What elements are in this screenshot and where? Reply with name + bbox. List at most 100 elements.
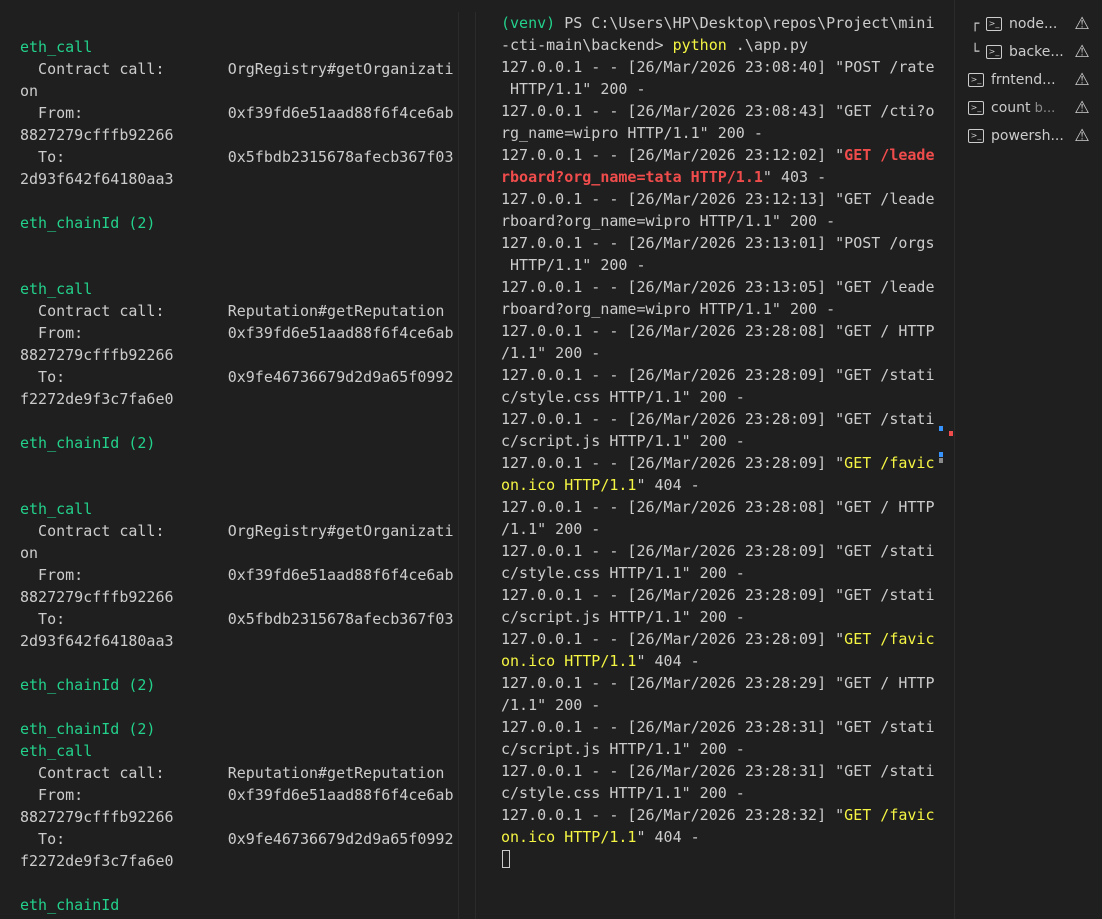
terminal-text: 127.0.0.1 - - [26/Mar/2026 23:28:09] "GE… — [501, 586, 935, 604]
terminal-line: on.ico HTTP/1.1" 404 - — [501, 826, 700, 848]
terminal-line: /1.1" 200 - — [501, 694, 600, 716]
terminal-tab-name: frntend... — [991, 72, 1056, 88]
terminal-line: /1.1" 200 - — [501, 518, 600, 540]
terminal-line: From: 0xf39fd6e51aad88f6f4ce6ab — [20, 784, 453, 806]
terminal-line: eth_chainId (2) — [20, 212, 155, 234]
terminal-text: eth_chainId (2) — [20, 720, 156, 738]
terminal-text: To: 0x5fbdb2315678afecb367f03 — [20, 148, 454, 166]
terminal-tab-1[interactable]: └ >_ backe... ⚠ — [955, 39, 1102, 65]
warning-icon[interactable]: ⚠ — [1072, 95, 1092, 121]
terminal-tab-description: b... — [1030, 101, 1056, 116]
terminal-text: c/style.css HTTP/1.1" 200 - — [501, 388, 745, 406]
terminal-text: 127.0.0.1 - - [26/Mar/2026 23:08:43] "GE… — [501, 102, 935, 120]
terminal-text: PS C:\Users\HP\Desktop\repos\Project\min… — [555, 14, 935, 32]
terminal-text: 2d93f642f64180aa3 — [20, 632, 174, 650]
terminal-tab-2[interactable]: >_ frntend... ⚠ — [955, 67, 1102, 93]
terminal-line: 2d93f642f64180aa3 — [20, 630, 174, 652]
terminal-text: " 403 - — [762, 168, 827, 186]
terminal-text: 127.0.0.1 - - [26/Mar/2026 23:28:08] "GE… — [501, 498, 935, 516]
terminal-text: eth_call — [20, 742, 93, 760]
terminal-text: eth_chainId (2) — [20, 214, 156, 232]
terminal-icon: >_ — [968, 73, 984, 87]
terminal-line: 8827279cfffb92266 — [20, 586, 174, 608]
terminal-tab-0[interactable]: ┌ >_ node... ⚠ — [955, 11, 1102, 37]
terminal-line: 127.0.0.1 - - [26/Mar/2026 23:12:02] "GE… — [501, 144, 934, 166]
terminal-text: .\app.py — [726, 36, 809, 54]
terminal-line: 127.0.0.1 - - [26/Mar/2026 23:28:31] "GE… — [501, 716, 934, 738]
warning-icon[interactable]: ⚠ — [1072, 67, 1092, 93]
terminal-text: /1.1" 200 - — [501, 520, 601, 538]
terminal-line: c/script.js HTTP/1.1" 200 - — [501, 738, 745, 760]
terminal-list-sidebar: ┌ >_ node... ⚠ └ >_ backe... ⚠ >_ frntend... ⚠ >_ co… — [955, 0, 1102, 919]
terminal-line: Contract call: Reputation#getReputation — [20, 762, 444, 784]
terminal-line: 127.0.0.1 - - [26/Mar/2026 23:13:05] "GE… — [501, 276, 934, 298]
terminal-line: 127.0.0.1 - - [26/Mar/2026 23:28:08] "GE… — [501, 320, 934, 342]
terminal-line: To: 0x9fe46736679d2d9a65f0992 — [20, 828, 453, 850]
terminal-line: c/style.css HTTP/1.1" 200 - — [501, 562, 745, 584]
terminal-text: 127.0.0.1 - - [26/Mar/2026 23:28:09] "GE… — [501, 410, 935, 428]
terminal-line: 127.0.0.1 - - [26/Mar/2026 23:28:08] "GE… — [501, 496, 934, 518]
terminal-text: rboard?org_name=tata HTTP/1.1 — [501, 168, 763, 186]
terminal-text: eth_chainId — [20, 896, 120, 914]
terminal-pane-hardhat[interactable]: eth_call Contract call: OrgRegistry#getO… — [0, 0, 458, 919]
terminal-text: To: 0x9fe46736679d2d9a65f0992 — [20, 368, 454, 386]
terminal-text: on.ico HTTP/1.1 — [501, 828, 637, 846]
pane-divider[interactable] — [458, 12, 459, 919]
terminal-text: From: 0xf39fd6e51aad88f6f4ce6ab — [20, 786, 454, 804]
warning-icon[interactable]: ⚠ — [1072, 123, 1092, 149]
terminal-line: HTTP/1.1" 200 - — [501, 78, 646, 100]
terminal-text: f2272de9f3c7fa6e0 — [20, 852, 174, 870]
terminal-line: 2d93f642f64180aa3 — [20, 168, 174, 190]
terminal-text: (venv) — [501, 14, 556, 32]
tree-connector-icon: ┌ — [971, 16, 980, 32]
terminal-line: f2272de9f3c7fa6e0 — [20, 850, 174, 872]
terminal-line: rboard?org_name=wipro HTTP/1.1" 200 - — [501, 298, 835, 320]
terminal-tab-4[interactable]: >_ powersh... ⚠ — [955, 123, 1102, 149]
terminal-line: To: 0x5fbdb2315678afecb367f03 — [20, 146, 453, 168]
terminal-pane-backend[interactable]: (venv) PS C:\Users\HP\Desktop\repos\Proj… — [476, 0, 954, 919]
terminal-line: rboard?org_name=wipro HTTP/1.1" 200 - — [501, 210, 835, 232]
terminal-text: To: 0x5fbdb2315678afecb367f03 — [20, 610, 454, 628]
terminal-tab-3[interactable]: >_ count b... ⚠ — [955, 95, 1102, 121]
terminal-text: 127.0.0.1 - - [26/Mar/2026 23:28:09] "GE… — [501, 542, 935, 560]
terminal-line: Contract call: OrgRegistry#getOrganizati — [20, 58, 453, 80]
terminal-line: (venv) PS C:\Users\HP\Desktop\repos\Proj… — [501, 12, 934, 34]
terminal-tab-label: powersh... — [991, 123, 1067, 149]
terminal-line: 127.0.0.1 - - [26/Mar/2026 23:28:09] "GE… — [501, 584, 934, 606]
terminal-text: eth_chainId (2) — [20, 434, 156, 452]
scrollbar-marker-info — [939, 426, 943, 431]
terminal-line: 127.0.0.1 - - [26/Mar/2026 23:28:31] "GE… — [501, 760, 934, 782]
pane-border — [475, 12, 476, 919]
terminal-tab-label: count b... — [991, 95, 1067, 122]
terminal-text: 127.0.0.1 - - [26/Mar/2026 23:13:05] "GE… — [501, 278, 935, 296]
terminal-text: " 404 - — [636, 476, 700, 494]
terminal-line: rboard?org_name=tata HTTP/1.1" 403 - — [501, 166, 826, 188]
terminal-text: 127.0.0.1 - - [26/Mar/2026 23:08:40] "PO… — [501, 58, 935, 76]
terminal-text: c/style.css HTTP/1.1" 200 - — [501, 564, 745, 582]
warning-icon[interactable]: ⚠ — [1072, 11, 1092, 37]
terminal-text: 127.0.0.1 - - [26/Mar/2026 23:12:13] "GE… — [501, 190, 935, 208]
terminal-text: rg_name=wipro HTTP/1.1" 200 - — [501, 124, 763, 142]
terminal-cursor — [502, 850, 510, 868]
terminal-line: on — [20, 80, 38, 102]
terminal-line: eth_chainId (2) — [20, 718, 155, 740]
terminal-text: Contract call: OrgRegistry#getOrganizati — [20, 522, 454, 540]
terminal-text: 127.0.0.1 - - [26/Mar/2026 23:28:08] "GE… — [501, 322, 935, 340]
terminal-icon: >_ — [986, 45, 1002, 59]
terminal-text: 127.0.0.1 - - [26/Mar/2026 23:28:31] "GE… — [501, 718, 935, 736]
terminal-line: c/script.js HTTP/1.1" 200 - — [501, 430, 745, 452]
terminal-icon: >_ — [968, 129, 984, 143]
terminal-line: 8827279cfffb92266 — [20, 806, 174, 828]
warning-icon[interactable]: ⚠ — [1072, 39, 1092, 65]
terminal-text: From: 0xf39fd6e51aad88f6f4ce6ab — [20, 566, 454, 584]
terminal-text: Contract call: Reputation#getReputation — [20, 764, 445, 782]
terminal-line: 127.0.0.1 - - [26/Mar/2026 23:28:09] "GE… — [501, 628, 934, 650]
terminal-line: c/style.css HTTP/1.1" 200 - — [501, 782, 745, 804]
terminal-text: on.ico HTTP/1.1 — [501, 476, 637, 494]
terminal-line: 127.0.0.1 - - [26/Mar/2026 23:28:09] "GE… — [501, 540, 934, 562]
terminal-text: eth_chainId (2) — [20, 676, 156, 694]
terminal-text: eth_call — [20, 280, 93, 298]
terminal-text: HTTP/1.1" 200 - — [501, 80, 646, 98]
terminal-text: c/script.js HTTP/1.1" 200 - — [501, 432, 745, 450]
terminal-tab-name: backe... — [1009, 44, 1064, 60]
